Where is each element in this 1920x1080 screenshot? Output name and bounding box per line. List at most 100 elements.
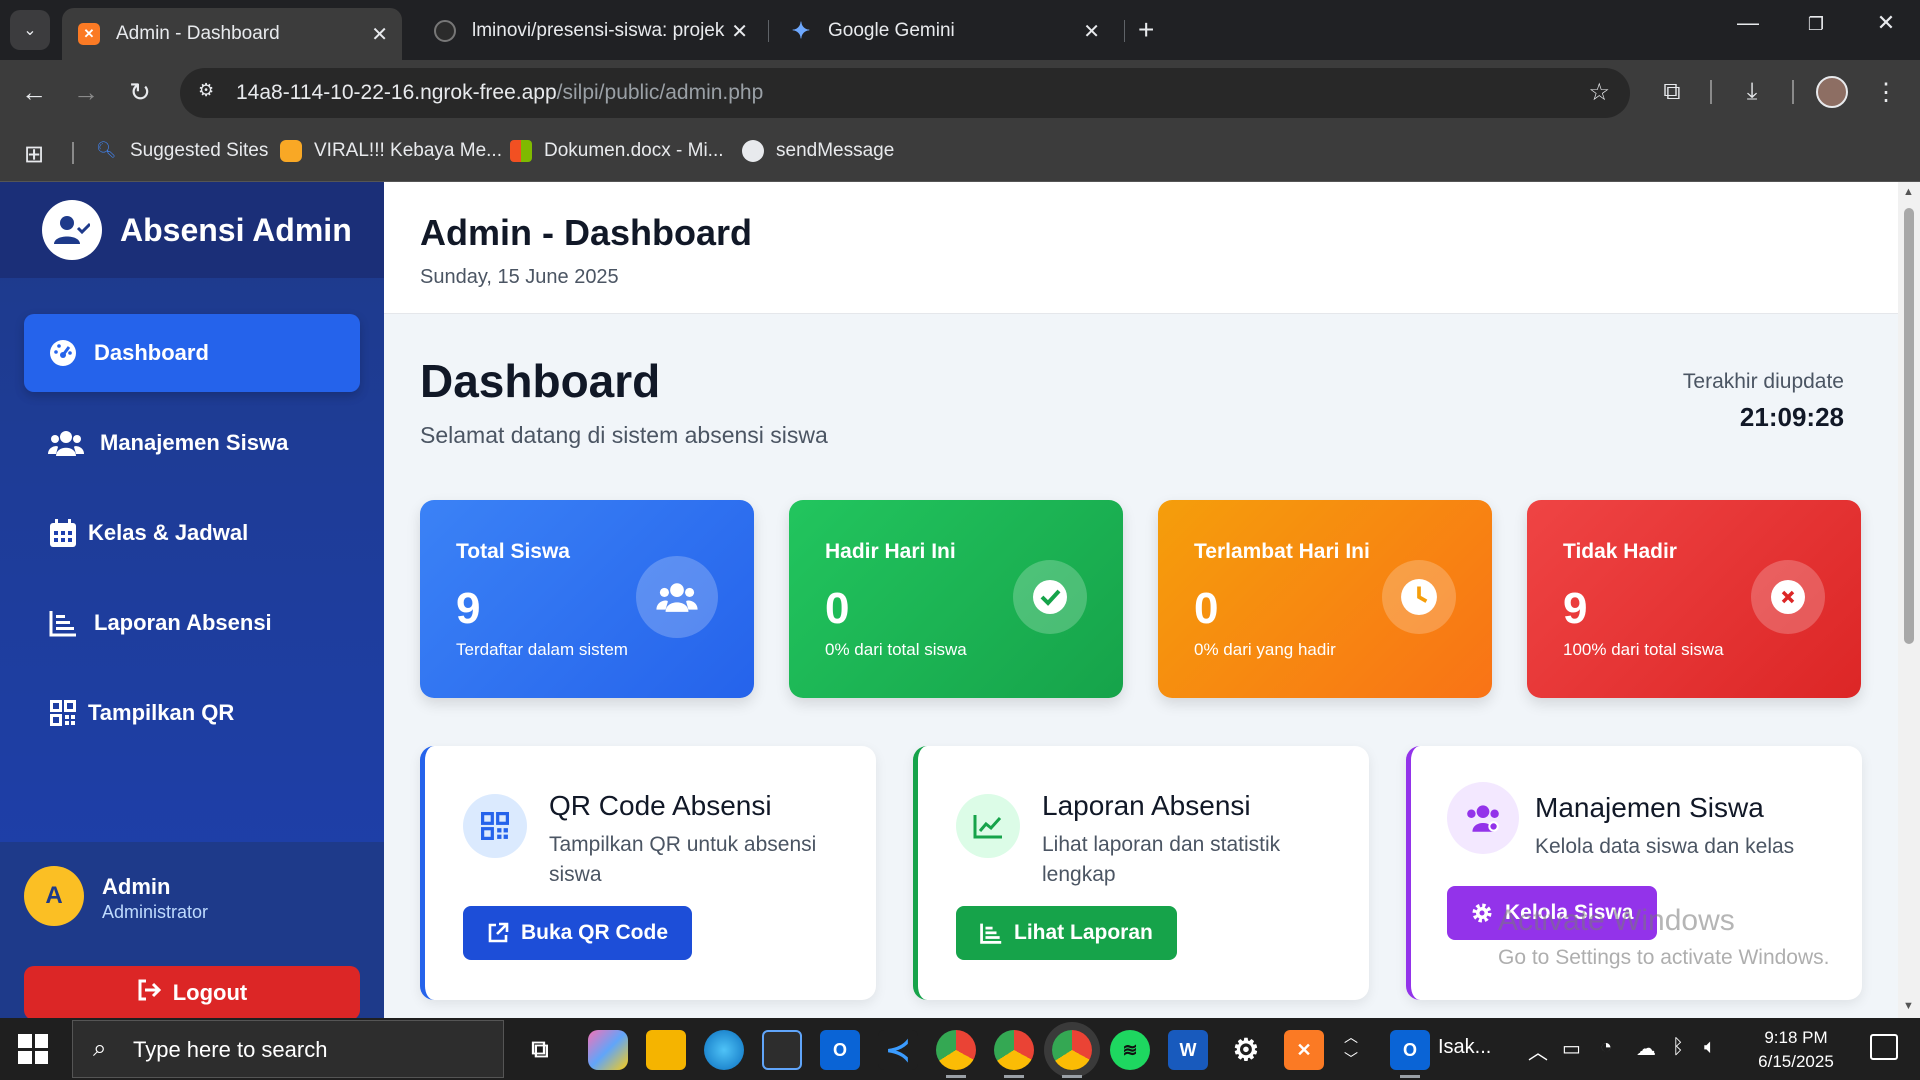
card-title: Laporan Absensi — [1042, 790, 1251, 821]
tab-separator — [1124, 20, 1125, 42]
edge-icon[interactable] — [704, 1030, 744, 1070]
logout-label: Logout — [172, 980, 248, 1005]
logout-button[interactable]: Logout — [24, 966, 360, 1020]
profile-avatar[interactable] — [1816, 76, 1848, 108]
bluetooth-icon[interactable]: ᛒ — [1672, 1036, 1684, 1059]
sidebar-item-tampilkan-qr[interactable]: Tampilkan QR — [24, 674, 360, 752]
taskbar-scroll-icon[interactable]: ︿ ﹀ — [1344, 1026, 1358, 1070]
restore-icon[interactable]: ❐ — [1796, 14, 1836, 35]
sidebar-item-kelas-jadwal[interactable]: Kelas & Jadwal — [24, 494, 360, 572]
bookmark-viral[interactable]: VIRAL!!! Kebaya Me... — [280, 140, 502, 162]
search-icon: 🔍︎ — [96, 142, 117, 159]
outlook-running-icon[interactable]: O — [1390, 1030, 1430, 1078]
file-explorer-icon[interactable] — [646, 1030, 686, 1070]
sidebar-item-manajemen-siswa[interactable]: Manajemen Siswa — [24, 404, 360, 482]
open-qr-button[interactable]: Buka QR Code — [463, 906, 693, 960]
sidebar-brand: Absensi Admin — [0, 182, 384, 278]
view-report-button[interactable]: Lihat Laporan — [956, 906, 1177, 960]
card-description: Tampilkan QR untuk absensi siswa — [549, 833, 817, 886]
close-tab-icon[interactable]: ✕ — [371, 22, 388, 47]
task-view-icon[interactable]: ⧉ — [520, 1030, 560, 1070]
activate-windows-subtitle: Go to Settings to activate Windows. — [1498, 946, 1830, 969]
user-name: Admin — [102, 874, 171, 899]
gear-icon — [1471, 902, 1493, 924]
last-updated-time: 21:09:28 — [1739, 402, 1844, 432]
new-tab-button[interactable]: + — [1138, 14, 1154, 46]
stat-note: Terdaftar dalam sistem — [456, 640, 628, 659]
onedrive-icon[interactable]: ☁ — [1636, 1036, 1656, 1061]
reload-icon[interactable]: ↻ — [122, 74, 158, 110]
network-icon[interactable]: ◔ — [1600, 1036, 1612, 1059]
volume-icon[interactable]: 🔈︎ — [1704, 1036, 1716, 1059]
chrome-icon[interactable] — [936, 1030, 976, 1078]
minimize-icon[interactable]: — — [1728, 10, 1768, 36]
copilot-icon[interactable] — [588, 1030, 628, 1070]
taskbar-search-input[interactable]: ⌕ Type here to search — [72, 1020, 504, 1078]
extensions-icon[interactable]: ⧉ — [1654, 74, 1690, 110]
gauge-icon — [48, 338, 78, 368]
chrome-active-icon[interactable] — [1052, 1030, 1092, 1078]
microsoft-icon — [510, 140, 532, 162]
windows-taskbar: ⌕ Type here to search ⧉ O ≺ ≋ W ⚙ ✕ ︿ ﹀ O… — [0, 1018, 1920, 1080]
card-laporan: Laporan Absensi Lihat laporan dan statis… — [913, 746, 1369, 1000]
word-icon[interactable]: W — [1168, 1030, 1208, 1070]
tray-overflow-icon[interactable]: ︿ — [1528, 1036, 1548, 1065]
card-description: Kelola data siswa dan kelas — [1535, 835, 1795, 858]
sidebar-item-dashboard[interactable]: Dashboard — [24, 314, 360, 392]
clock-icon — [1382, 560, 1456, 634]
browser-menu-icon[interactable]: ⋮ — [1868, 74, 1904, 110]
scroll-up-icon[interactable]: ▲ — [1903, 186, 1914, 198]
xampp-icon[interactable]: ✕ — [1284, 1030, 1324, 1070]
taskbar-clock[interactable]: 9:18 PM 6/15/2025 — [1746, 1026, 1846, 1074]
tab-admin-dashboard[interactable]: ✕ Admin - Dashboard ✕ — [62, 8, 402, 60]
browser-tabbar: ⌄ ✕ Admin - Dashboard ✕ lminovi/presensi… — [0, 0, 1920, 60]
stat-value: 9 — [456, 584, 481, 633]
back-icon[interactable]: ← — [16, 74, 52, 110]
browser-toolbar: ← → ↻ ⚙ 14a8-114-10-22-16.ngrok-free.app… — [0, 60, 1920, 124]
brand-title: Absensi Admin — [120, 212, 352, 248]
windows-start-icon[interactable] — [18, 1034, 48, 1064]
scrollbar-thumb[interactable] — [1904, 208, 1914, 644]
spotify-icon[interactable]: ≋ — [1110, 1030, 1150, 1070]
close-tab-icon[interactable]: ✕ — [731, 19, 748, 44]
close-tab-icon[interactable]: ✕ — [1083, 19, 1100, 44]
tab-github[interactable]: lminovi/presensi-siswa: projek p ✕ — [418, 8, 762, 54]
stat-card-hadir: Hadir Hari Ini 0 0% dari total siswa — [789, 500, 1123, 698]
battery-icon[interactable]: ▭ — [1562, 1036, 1581, 1061]
address-bar[interactable]: ⚙ 14a8-114-10-22-16.ngrok-free.app/silpi… — [180, 68, 1630, 118]
bookmark-dokumen[interactable]: Dokumen.docx - Mi... — [510, 140, 724, 162]
outlook-icon[interactable]: O — [820, 1030, 860, 1070]
tab-gemini[interactable]: ✦ Google Gemini ✕ — [774, 8, 1114, 54]
page-scrollbar[interactable]: ▲ ▼ — [1898, 182, 1920, 1018]
forward-icon[interactable]: → — [68, 74, 104, 110]
bookmark-suggested-sites[interactable]: 🔍︎ Suggested Sites — [96, 140, 268, 162]
sidebar-item-laporan-absensi[interactable]: Laporan Absensi — [24, 584, 360, 662]
chrome-profile-icon[interactable] — [994, 1030, 1034, 1078]
qr-icon — [48, 698, 78, 728]
qr-icon — [463, 794, 527, 858]
store-icon[interactable] — [762, 1030, 802, 1070]
download-icon[interactable]: ⤓ — [1734, 74, 1770, 110]
vscode-icon[interactable]: ≺ — [878, 1030, 918, 1070]
close-window-icon[interactable]: ✕ — [1866, 10, 1906, 36]
site-info-icon[interactable]: ⚙ — [198, 80, 222, 104]
bookmark-label: Suggested Sites — [130, 140, 269, 161]
sidebar-item-label: Tampilkan QR — [88, 700, 235, 725]
sidebar: Absensi Admin Dashboard Manajemen Siswa … — [0, 182, 384, 1020]
bookmark-label: VIRAL!!! Kebaya Me... — [314, 140, 502, 161]
bookmark-star-icon[interactable]: ☆ — [1588, 78, 1610, 107]
calendar-icon — [48, 518, 78, 548]
scroll-down-icon[interactable]: ▼ — [1903, 1000, 1914, 1012]
stat-card-terlambat: Terlambat Hari Ini 0 0% dari yang hadir — [1158, 500, 1492, 698]
taskbar-task-label[interactable]: Isak... — [1438, 1036, 1491, 1059]
check-circle-icon — [1013, 560, 1087, 634]
chart-icon — [980, 922, 1002, 944]
page-header: Admin - Dashboard Sunday, 15 June 2025 — [384, 182, 1898, 314]
apps-grid-icon[interactable]: ⊞ — [24, 140, 44, 169]
tab-search-button[interactable]: ⌄ — [10, 10, 50, 50]
settings-gear-icon[interactable]: ⚙ — [1226, 1030, 1266, 1070]
gemini-favicon-icon: ✦ — [791, 18, 811, 43]
bookmark-sendmessage[interactable]: sendMessage — [742, 140, 894, 162]
button-label: Buka QR Code — [521, 921, 669, 944]
notification-icon[interactable] — [1870, 1034, 1898, 1060]
